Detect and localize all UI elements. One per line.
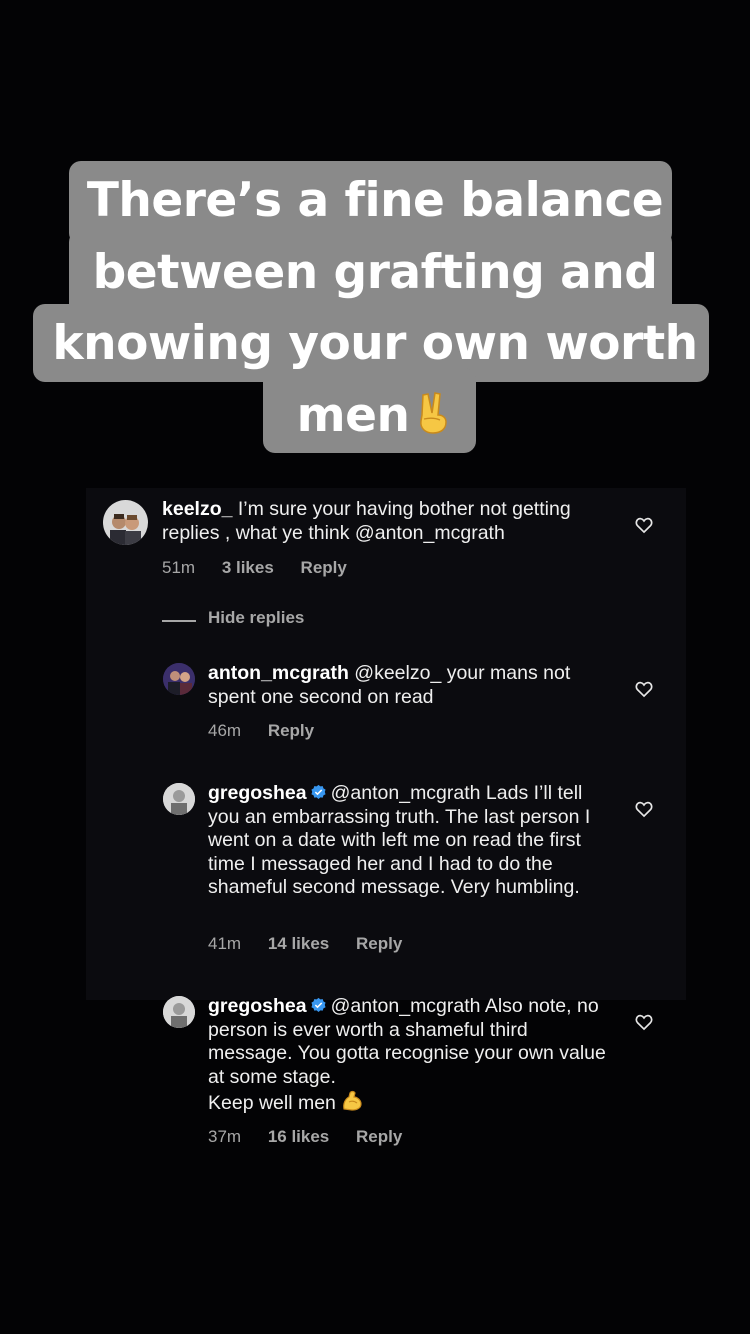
reply-button[interactable]: Reply: [356, 1127, 402, 1146]
avatar-photo-icon: [110, 514, 141, 545]
hide-replies-line: [162, 620, 196, 622]
comment-meta: 41m 14 likes Reply: [208, 934, 424, 954]
username[interactable]: anton_mcgrath: [208, 662, 349, 684]
comment-body: gregoshea @anton_mcgrath Also note, no p…: [208, 995, 608, 1116]
avatar-photo-icon: [163, 663, 195, 695]
caption-line-2: between grafting and: [92, 245, 658, 300]
comment-body: anton_mcgrath @keelzo_ your mans not spe…: [208, 662, 608, 709]
victory-hand-emoji-icon: [420, 392, 448, 434]
comment-time: 37m: [208, 1127, 242, 1146]
comment-time: 46m: [208, 721, 242, 740]
avatar-photo-icon: [163, 783, 195, 815]
caption-line-4: men: [0, 386, 750, 446]
hide-replies-button[interactable]: Hide replies: [208, 608, 304, 628]
reply-button[interactable]: Reply: [268, 721, 314, 740]
avatar-gregoshea[interactable]: [163, 996, 195, 1028]
reply-button[interactable]: Reply: [301, 558, 347, 577]
comment-body: gregoshea @anton_mcgrath Lads I’ll tell …: [208, 782, 608, 900]
comment-time: 51m: [162, 558, 196, 577]
caption-line-1: There’s a fine balance: [86, 173, 664, 228]
caption-word-men: men: [296, 388, 410, 443]
comment-time: 41m: [208, 934, 242, 953]
verified-badge-icon: [311, 997, 326, 1012]
comment-meta: 51m 3 likes Reply: [162, 558, 369, 578]
avatar-keelzo[interactable]: [103, 500, 148, 545]
comment-meta: 46m Reply: [208, 721, 336, 741]
avatar-photo-icon: [163, 996, 195, 1028]
username[interactable]: gregoshea: [208, 995, 307, 1017]
likes-count[interactable]: 14 likes: [268, 934, 329, 953]
story-caption: There’s a fine balance between grafting …: [0, 0, 750, 470]
caption-line-3: knowing your own worth: [52, 316, 698, 371]
likes-count[interactable]: 3 likes: [222, 558, 274, 577]
flexed-biceps-emoji-icon: [343, 1090, 362, 1111]
heart-icon[interactable]: [634, 679, 654, 699]
likes-count[interactable]: 16 likes: [268, 1127, 329, 1146]
comment-text-line2: Keep well men: [208, 1092, 336, 1114]
avatar-anton[interactable]: [163, 663, 195, 695]
heart-icon[interactable]: [634, 1012, 654, 1032]
reply-button[interactable]: Reply: [356, 934, 402, 953]
heart-icon[interactable]: [634, 799, 654, 819]
username[interactable]: gregoshea: [208, 782, 307, 804]
verified-badge-icon: [311, 784, 326, 799]
comment-body: keelzo_ I’m sure your having bother not …: [162, 498, 612, 545]
hide-replies-label: Hide replies: [208, 608, 305, 627]
comment-meta: 37m 16 likes Reply: [208, 1127, 424, 1147]
avatar-gregoshea[interactable]: [163, 783, 195, 815]
username[interactable]: keelzo_: [162, 498, 232, 520]
heart-icon[interactable]: [634, 515, 654, 535]
